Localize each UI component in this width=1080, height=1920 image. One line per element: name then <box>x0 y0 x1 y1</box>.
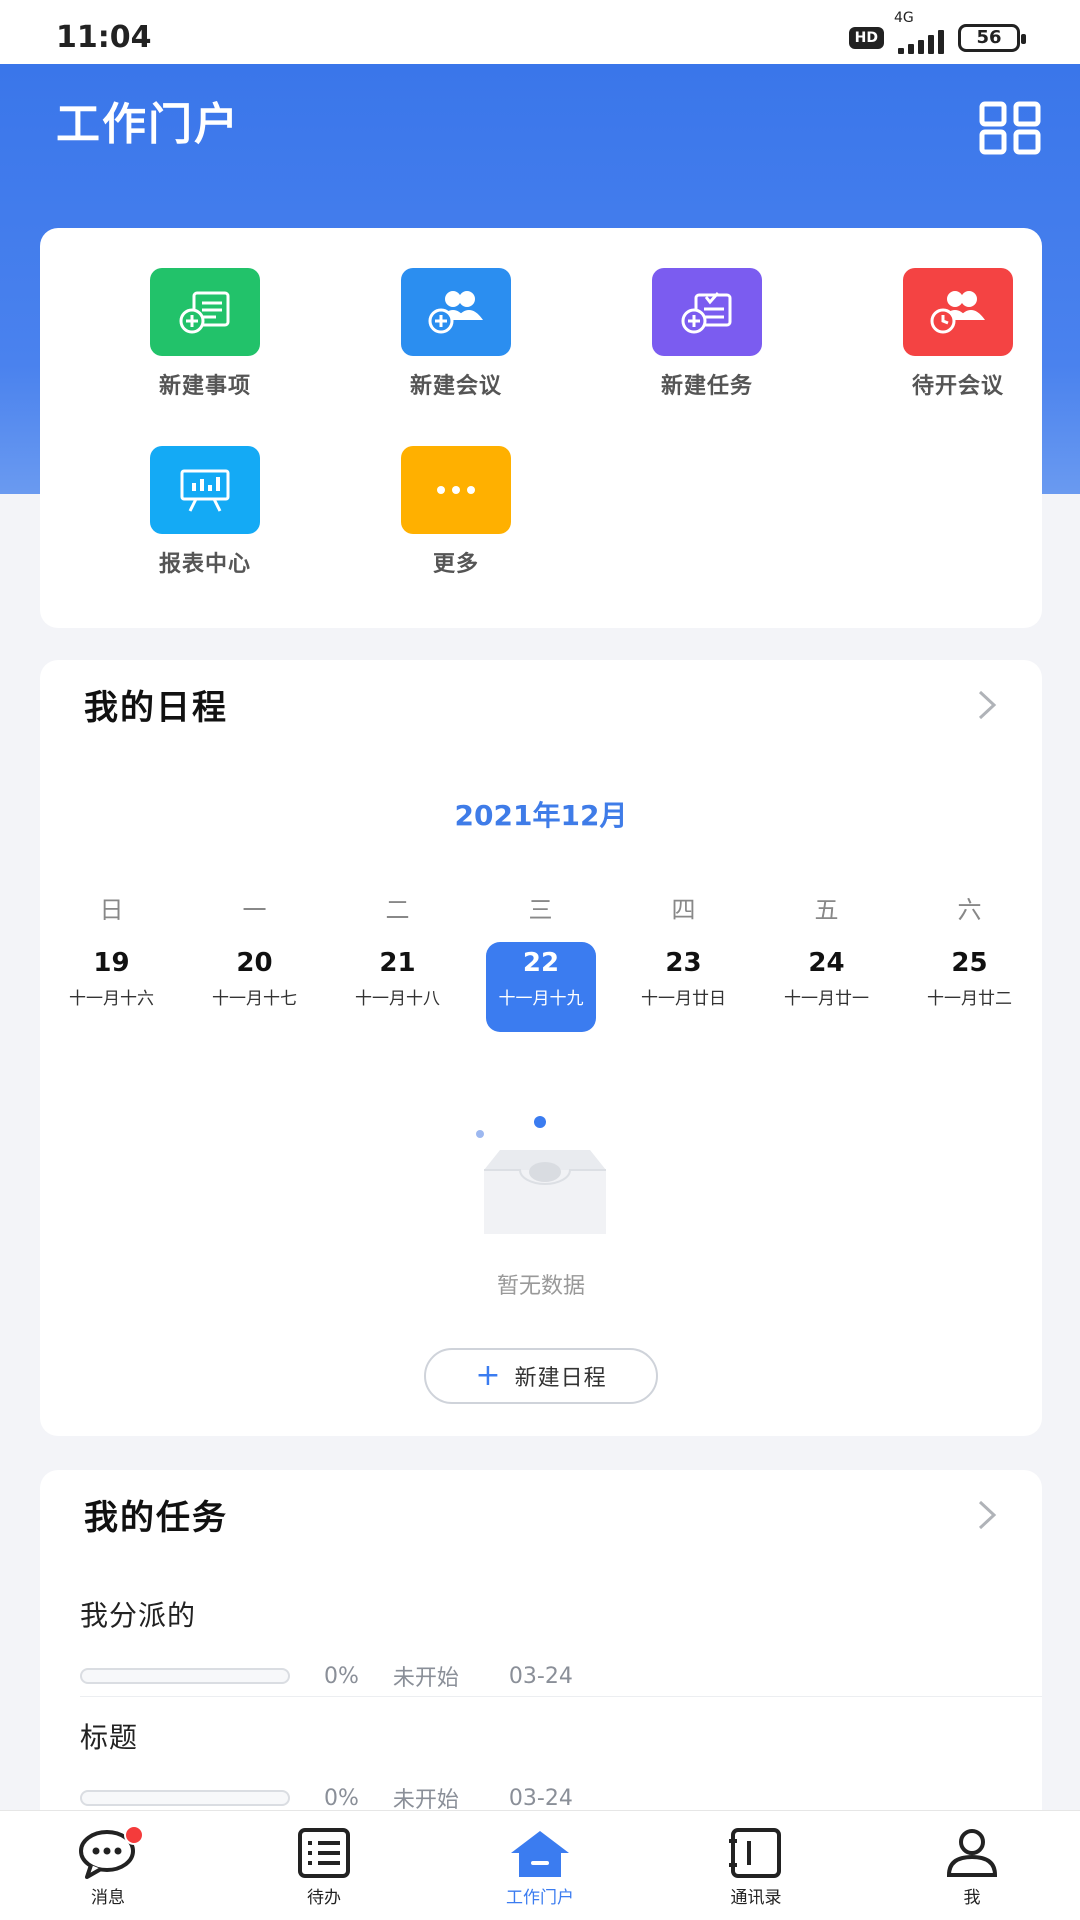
hd-badge: HD <box>848 27 884 49</box>
pending-meeting-icon <box>903 268 1013 356</box>
empty-state-text: 暂无数据 <box>496 1274 585 1299</box>
contacts-icon <box>729 1828 781 1878</box>
tab-label: 通讯录 <box>730 1888 782 1908</box>
more-icon <box>401 446 511 534</box>
quick-label: 新建任务 <box>660 374 753 399</box>
tab-label: 消息 <box>91 1888 125 1908</box>
todo-icon <box>298 1828 350 1878</box>
calendar-day[interactable]: 20 十一月十七 <box>183 942 326 1032</box>
new-task-icon <box>652 268 762 356</box>
calendar-day-selected[interactable]: 22 十一月十九 <box>486 942 596 1032</box>
empty-box-icon <box>476 1116 606 1234</box>
tab-label: 工作门户 <box>506 1888 574 1908</box>
tab-label: 我 <box>963 1888 981 1908</box>
schedule-card: 我的日程 2021年12月 日 一 二 三 四 五 六 19 十一月十六 20 … <box>40 660 1042 1436</box>
task-row-title: 标题 <box>80 1721 139 1754</box>
battery-icon: 56 <box>958 24 1026 52</box>
schedule-title: 我的日程 <box>84 688 228 728</box>
tab-todo[interactable]: 待办 <box>216 1811 432 1920</box>
day-number: 20 <box>236 948 273 978</box>
weekday-label: 四 <box>671 896 696 924</box>
day-lunar: 十一月十八 <box>355 989 440 1009</box>
day-lunar: 十一月廿一 <box>784 989 869 1009</box>
grid-icon[interactable] <box>978 100 1042 156</box>
quick-label: 新建事项 <box>158 374 251 399</box>
task-percent: 0% <box>324 1785 359 1811</box>
status-time: 11:04 <box>56 20 152 55</box>
status-indicators: HD 4G 56 <box>848 10 1026 54</box>
status-bar: 11:04 HD 4G 56 <box>0 0 1080 64</box>
calendar-day[interactable]: 23 十一月廿日 <box>612 942 755 1032</box>
notification-badge <box>124 1825 144 1845</box>
weekday-label: 五 <box>814 896 839 924</box>
weekday-label: 三 <box>528 896 553 924</box>
tab-contacts[interactable]: 通讯录 <box>648 1811 864 1920</box>
new-schedule-button[interactable]: + 新建日程 <box>424 1348 658 1404</box>
plus-icon: + <box>475 1358 501 1393</box>
day-lunar: 十一月廿二 <box>927 989 1012 1009</box>
calendar-month: 2021年12月 <box>454 799 628 832</box>
day-lunar: 十一月十九 <box>498 989 584 1009</box>
quick-new-task[interactable]: 新建任务 <box>627 268 787 400</box>
day-lunar: 十一月十七 <box>212 989 297 1009</box>
quick-label: 报表中心 <box>158 552 251 577</box>
chevron-right-icon[interactable] <box>974 1498 1000 1532</box>
tab-work-portal[interactable]: 工作门户 <box>432 1811 648 1920</box>
task-progress-bar <box>80 1668 290 1684</box>
quick-report-center[interactable]: 报表中心 <box>125 446 285 578</box>
divider <box>80 1696 1042 1697</box>
task-date: 03-24 <box>508 1663 573 1689</box>
task-progress-bar <box>80 1790 290 1806</box>
quick-label: 待开会议 <box>911 374 1004 399</box>
day-number: 24 <box>808 948 845 978</box>
tab-me[interactable]: 我 <box>864 1811 1080 1920</box>
task-date: 03-24 <box>508 1785 573 1811</box>
profile-icon <box>946 1829 998 1877</box>
weekday-label: 日 <box>99 896 124 924</box>
quick-more[interactable]: 更多 <box>376 446 536 578</box>
report-center-icon <box>150 446 260 534</box>
task-status: 未开始 <box>392 1666 459 1691</box>
quick-pending-meeting[interactable]: 待开会议 <box>878 268 1038 400</box>
bottom-tabbar: 消息 待办 工作门户 通讯录 我 <box>0 1810 1080 1920</box>
new-item-icon <box>150 268 260 356</box>
new-schedule-label: 新建日程 <box>514 1366 607 1391</box>
day-number: 19 <box>93 948 130 978</box>
home-icon <box>511 1831 569 1877</box>
page-title: 工作门户 <box>56 99 240 150</box>
tab-messages[interactable]: 消息 <box>0 1811 216 1920</box>
day-lunar: 十一月廿日 <box>641 989 726 1009</box>
calendar-day[interactable]: 25 十一月廿二 <box>898 942 1041 1032</box>
task-title: 我的任务 <box>84 1498 228 1538</box>
quick-new-meeting[interactable]: 新建会议 <box>376 268 536 400</box>
quick-new-item[interactable]: 新建事项 <box>125 268 285 400</box>
weekday-label: 六 <box>957 896 982 924</box>
day-lunar: 十一月十六 <box>69 989 154 1009</box>
new-meeting-icon <box>401 268 511 356</box>
quick-actions-card: 新建事项 新建会议 新建任务 待开会议 报表中心 更多 <box>40 228 1042 628</box>
task-percent: 0% <box>324 1663 359 1689</box>
calendar-day[interactable]: 21 十一月十八 <box>326 942 469 1032</box>
task-card: 我的任务 我分派的 0% 未开始 03-24 标题 0% 未开始 03-24 <box>40 1470 1042 1813</box>
calendar-day[interactable]: 19 十一月十六 <box>40 942 183 1032</box>
quick-label: 更多 <box>432 552 479 577</box>
weekday-label: 一 <box>242 896 267 924</box>
quick-label: 新建会议 <box>409 374 502 399</box>
signal-icon: 4G <box>894 10 944 54</box>
weekday-label: 二 <box>385 896 410 924</box>
day-number: 22 <box>522 948 560 978</box>
day-number: 23 <box>665 948 702 978</box>
network-type: 4G <box>894 10 914 26</box>
chevron-right-icon[interactable] <box>974 688 1000 722</box>
day-number: 25 <box>951 948 988 978</box>
task-meta: 0% 未开始 03-24 <box>80 1660 573 1692</box>
day-number: 21 <box>379 948 416 978</box>
task-row-title: 我分派的 <box>80 1599 197 1632</box>
calendar-day[interactable]: 24 十一月廿一 <box>755 942 898 1032</box>
tab-label: 待办 <box>307 1888 341 1908</box>
